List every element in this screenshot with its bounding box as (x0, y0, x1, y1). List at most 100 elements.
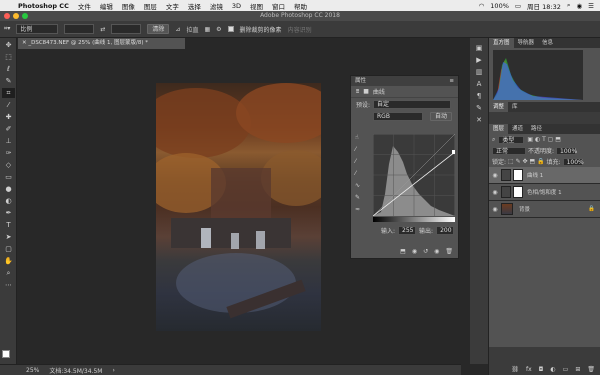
properties-header[interactable]: 属性 ≡ (351, 76, 458, 86)
minimize-window-button[interactable] (13, 13, 19, 19)
zoom-level[interactable]: 25% (26, 367, 39, 374)
layer-name[interactable]: 曲线 1 (527, 171, 543, 179)
blend-mode-select[interactable]: 正常 (492, 146, 526, 155)
eyedropper-tool-icon[interactable]: ⁄ (2, 100, 15, 110)
document-tab[interactable]: ✕ _DSC8473.NEF @ 25% (曲线 1, 图层蒙版/8) * (18, 38, 185, 49)
layer-name[interactable]: 色相/饱和度 1 (527, 188, 562, 196)
fx-icon[interactable]: fx (526, 366, 532, 373)
add-mask-icon[interactable]: ◘ (539, 366, 544, 373)
curve-graph[interactable] (373, 134, 455, 216)
foreground-color-swatch[interactable] (2, 350, 10, 358)
target-adjust-icon[interactable]: ☝ (355, 134, 367, 146)
new-adjustment-icon[interactable]: ◐ (550, 366, 555, 373)
menu-select[interactable]: 选择 (188, 1, 201, 11)
height-field[interactable] (111, 24, 142, 34)
layer-kind-select[interactable]: 类型 (498, 135, 525, 144)
healing-tool-icon[interactable]: ✚ (2, 112, 15, 122)
menu-filter[interactable]: 滤镜 (210, 1, 223, 11)
character-icon[interactable]: A (470, 78, 488, 90)
pen-tool-icon[interactable]: ✒ (2, 208, 15, 218)
channel-select[interactable]: RGB (373, 111, 423, 121)
gear-icon[interactable]: ⚙ (216, 26, 221, 33)
tab-histogram[interactable]: 直方图 (489, 38, 514, 48)
type-tool-icon[interactable]: T (2, 220, 15, 230)
user-icon[interactable]: ◉ (577, 2, 583, 10)
filter-icons[interactable]: ▣ ◐ T ▢ ⬒ (527, 136, 561, 143)
trash-icon[interactable]: 🗑 (445, 248, 453, 255)
trash-icon[interactable]: 🗑 (587, 366, 595, 373)
width-field[interactable] (64, 24, 95, 34)
straighten-icon[interactable]: ⊿ (175, 26, 180, 33)
tab-libraries[interactable]: 库 (508, 102, 522, 112)
clip-to-layer-icon[interactable]: ⬒ (400, 248, 406, 255)
eye-icon[interactable]: ◉ (489, 172, 501, 179)
actions-icon[interactable]: ▶ (470, 54, 488, 66)
layer-row-background[interactable]: ◉ 背景 🔒 (489, 201, 600, 218)
dodge-tool-icon[interactable]: ◐ (2, 196, 15, 206)
reset-icon[interactable]: ↺ (423, 248, 428, 255)
clock[interactable]: 周日 18:32 (527, 1, 561, 11)
black-point-eyedropper-icon[interactable]: ⁄ (355, 146, 367, 158)
swap-icon[interactable]: ⇄ (100, 26, 105, 33)
quick-select-tool-icon[interactable]: ✎ (2, 76, 15, 86)
layer-mask-thumb[interactable] (513, 169, 523, 181)
menu-edit[interactable]: 编辑 (100, 1, 113, 11)
layer-name[interactable]: 背景 (519, 205, 530, 213)
folder-icon[interactable]: ▭ (563, 366, 569, 373)
history-icon[interactable]: ▣ (470, 42, 488, 54)
lock-icons[interactable]: ⬚ ✎ ✥ ⬒ 🔒 (508, 158, 545, 165)
battery-icon[interactable]: ▭ (515, 2, 521, 10)
menu-3d[interactable]: 3D (232, 2, 241, 10)
blur-tool-icon[interactable]: ● (2, 184, 15, 194)
menu-view[interactable]: 视图 (250, 1, 263, 11)
stamp-tool-icon[interactable]: ⊥ (2, 136, 15, 146)
opacity-field[interactable]: 100% (556, 146, 577, 155)
marquee-tool-icon[interactable]: ⬚ (2, 52, 15, 62)
status-arrow-icon[interactable]: › (112, 367, 114, 374)
input-field[interactable]: 255 (398, 226, 417, 235)
properties-icon[interactable]: ▥ (470, 66, 488, 78)
hand-tool-icon[interactable]: ✋ (2, 256, 15, 266)
ratio-select[interactable]: 比例 (16, 24, 59, 34)
menu-help[interactable]: 帮助 (294, 1, 307, 11)
tab-navigator[interactable]: 导航器 (514, 38, 539, 48)
menu-window[interactable]: 窗口 (272, 1, 285, 11)
search-icon[interactable]: ⌕ (567, 1, 571, 10)
close-window-button[interactable] (4, 13, 10, 19)
app-menu[interactable]: Photoshop CC (18, 2, 69, 10)
eye-icon[interactable]: ◉ (489, 206, 501, 213)
eraser-tool-icon[interactable]: ◇ (2, 160, 15, 170)
straighten-label[interactable]: 拉直 (186, 25, 198, 34)
brush-tool-icon[interactable]: ✐ (2, 124, 15, 134)
layer-row-hue-saturation[interactable]: ◉ 色相/饱和度 1 (489, 184, 600, 201)
zoom-tool-icon[interactable]: ⌕ (2, 268, 15, 278)
lock-icon[interactable]: 🔒 (588, 206, 595, 212)
path-select-tool-icon[interactable]: ➤ (2, 232, 15, 242)
visibility-icon[interactable]: ◉ (434, 248, 439, 255)
crop-tool-icon[interactable]: ⌗▾ (4, 25, 10, 33)
tab-paths[interactable]: 路径 (527, 124, 546, 134)
gradient-tool-icon[interactable]: ▭ (2, 172, 15, 182)
output-field[interactable]: 200 (436, 226, 455, 235)
history-brush-tool-icon[interactable]: ✑ (2, 148, 15, 158)
shape-tool-icon[interactable]: ▢ (2, 244, 15, 254)
white-point-eyedropper-icon[interactable]: ⁄ (355, 170, 367, 182)
brushes-icon[interactable]: ✎ (470, 102, 488, 114)
gray-point-eyedropper-icon[interactable]: ⁄ (355, 158, 367, 170)
document-image[interactable] (156, 83, 321, 331)
crop-tool-icon[interactable]: ⌗ (2, 88, 15, 98)
tab-info[interactable]: 信息 (538, 38, 557, 48)
list-icon[interactable]: ☰ (588, 2, 594, 10)
link-icon[interactable]: ⛓ (511, 366, 519, 373)
paragraph-icon[interactable]: ¶ (470, 90, 488, 102)
menu-file[interactable]: 文件 (78, 1, 91, 11)
document-size[interactable]: 文档:34.5M/34.5M (49, 366, 102, 375)
eye-icon[interactable]: ◉ (489, 189, 501, 196)
view-previous-icon[interactable]: ◉ (412, 248, 417, 255)
lasso-tool-icon[interactable]: ℓ (2, 64, 15, 74)
new-layer-icon[interactable]: ⊞ (575, 366, 580, 373)
tools-preset-icon[interactable]: ✕ (470, 114, 488, 126)
panel-menu-icon[interactable]: ≡ (449, 76, 454, 86)
menu-type[interactable]: 文字 (166, 1, 179, 11)
tab-adjustments[interactable]: 调整 (489, 102, 509, 112)
